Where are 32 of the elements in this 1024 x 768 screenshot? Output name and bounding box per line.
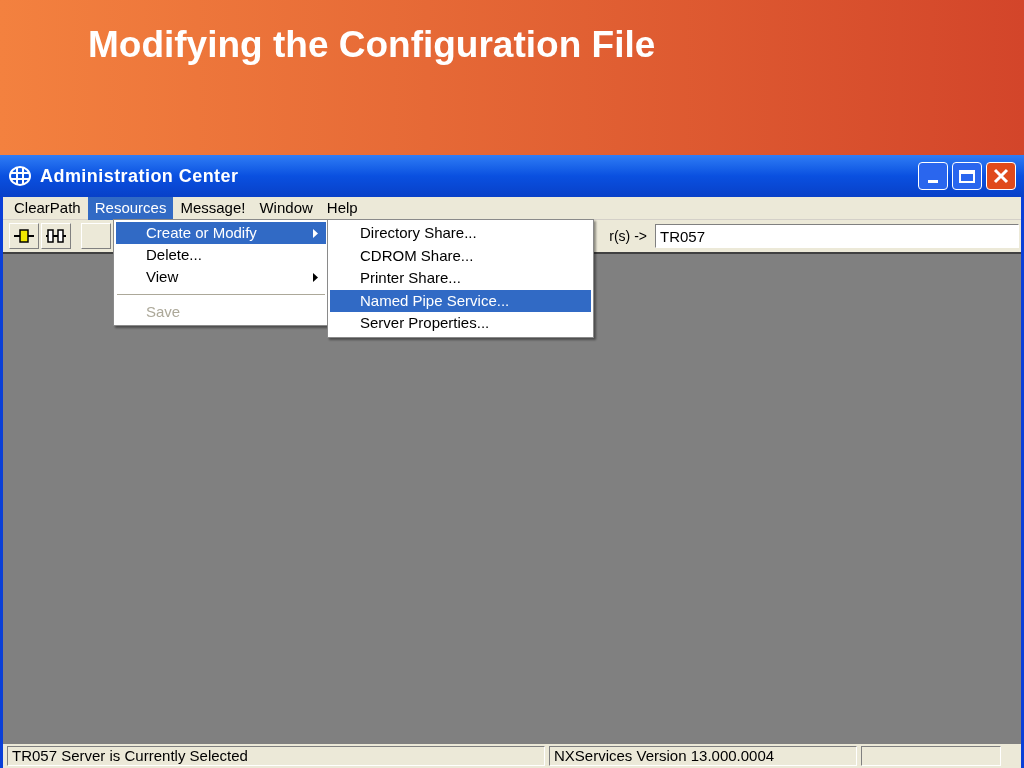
server-label: r(s) -> <box>609 226 647 246</box>
server-field[interactable]: TR057 <box>655 224 1019 248</box>
submenu-arrow-icon <box>313 272 318 282</box>
status-text: NXServices Version 13.000.0004 <box>549 746 857 766</box>
menu-option[interactable]: Delete... <box>116 244 326 266</box>
submenu-arrow-icon <box>313 228 318 238</box>
plug-icon <box>45 228 67 244</box>
globe-grid-icon <box>8 165 32 187</box>
status-text: TR057 Server is Currently Selected <box>7 746 545 766</box>
menu-item[interactable]: Help <box>319 196 365 220</box>
menu-option[interactable]: Server Properties... <box>330 312 591 335</box>
toolbar-button[interactable] <box>9 223 39 249</box>
menu-item[interactable]: ClearPath <box>7 196 88 220</box>
maximize-button[interactable] <box>952 162 982 190</box>
connector-icon <box>13 228 35 244</box>
menu-option[interactable]: Create or Modify <box>116 222 326 244</box>
menu-option[interactable]: Named Pipe Service... <box>330 289 591 312</box>
menu-item[interactable]: Message! <box>173 196 253 220</box>
menu-item[interactable]: Window <box>252 196 320 220</box>
menu-option[interactable]: View <box>116 266 326 288</box>
close-icon <box>993 168 1009 184</box>
close-button[interactable] <box>986 162 1016 190</box>
minimize-button[interactable] <box>918 162 948 190</box>
menu-option[interactable]: Directory Share... <box>330 222 591 245</box>
menu-option[interactable]: Printer Share... <box>330 267 591 290</box>
toolbar-button[interactable] <box>41 223 71 249</box>
slide-title: Modifying the Configuration File <box>88 23 657 67</box>
maximize-icon <box>959 169 975 183</box>
window-title: Administration Center <box>40 164 239 188</box>
menu-item[interactable]: Resources <box>87 196 174 220</box>
menu-option[interactable]: CDROM Share... <box>330 244 591 267</box>
minimize-icon <box>928 180 938 183</box>
